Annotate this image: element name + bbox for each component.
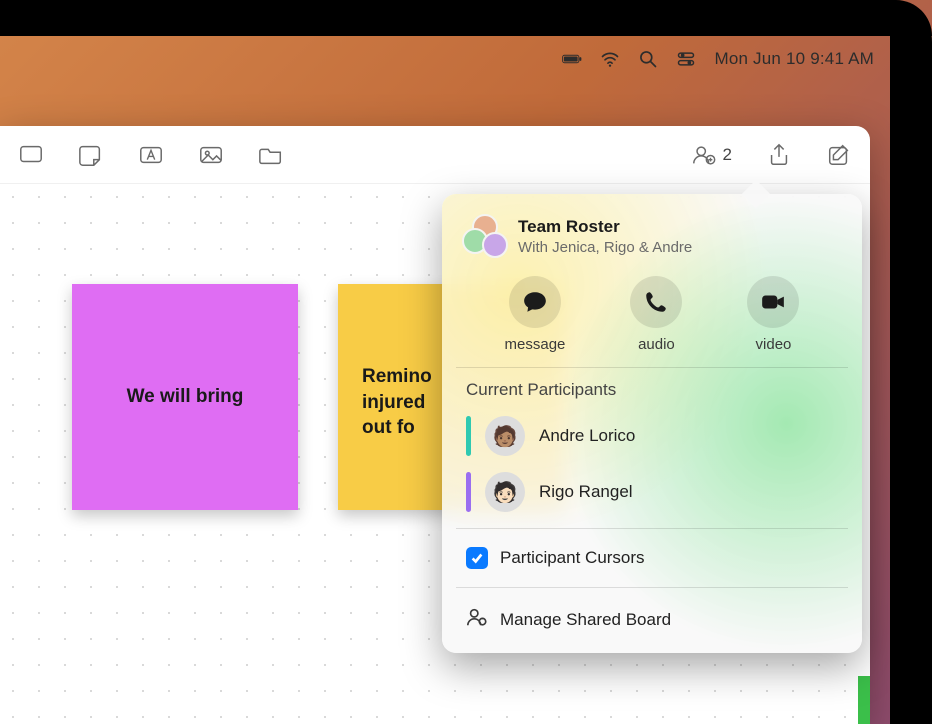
manage-shared-board-button[interactable]: Manage Shared Board: [442, 596, 862, 643]
toolbar-sticky-button[interactable]: [78, 142, 104, 168]
popover-actions: message audio video: [456, 270, 848, 368]
toolbar: 2: [0, 126, 870, 184]
spotlight-icon[interactable]: [638, 49, 658, 69]
divider: [456, 587, 848, 588]
control-center-icon[interactable]: [676, 49, 696, 69]
popover-subtitle: With Jenica, Rigo & Andre: [518, 239, 692, 256]
group-avatar-cluster: [462, 214, 506, 258]
manage-shared-board-label: Manage Shared Board: [500, 610, 671, 630]
popover-title: Team Roster: [518, 217, 692, 237]
participants-section-title: Current Participants: [442, 368, 862, 408]
toolbar-shape-button[interactable]: [18, 142, 44, 168]
audio-button[interactable]: audio: [630, 276, 682, 353]
collaborate-count: 2: [723, 145, 732, 165]
phone-icon: [630, 276, 682, 328]
sticky-text: Remino injured out fo: [362, 364, 432, 441]
video-button[interactable]: video: [747, 276, 799, 353]
toolbar-media-button[interactable]: [198, 142, 224, 168]
menubar-datetime[interactable]: Mon Jun 10 9:41 AM: [714, 49, 874, 69]
toolbar-text-button[interactable]: [138, 142, 164, 168]
avatar-icon: 🧑🏽: [485, 416, 525, 456]
toolbar-collaborate-button[interactable]: 2: [691, 142, 732, 168]
participant-row[interactable]: 🧑🏽 Andre Lorico: [442, 408, 862, 464]
toolbar-compose-button[interactable]: [826, 142, 852, 168]
menubar: Mon Jun 10 9:41 AM: [0, 36, 890, 82]
sticky-note-edge: [858, 676, 870, 724]
action-label: message: [505, 336, 566, 353]
action-label: video: [756, 336, 792, 353]
participant-name: Rigo Rangel: [539, 482, 633, 502]
participant-cursors-label: Participant Cursors: [500, 548, 645, 568]
participant-name: Andre Lorico: [539, 426, 635, 446]
device-bezel-right: [890, 0, 932, 724]
collaboration-popover: Team Roster With Jenica, Rigo & Andre me…: [442, 194, 862, 653]
device-bezel-top: [0, 0, 932, 36]
participant-row[interactable]: 🧑🏻 Rigo Rangel: [442, 464, 862, 520]
action-label: audio: [638, 336, 675, 353]
sticky-note[interactable]: We will bring: [72, 284, 298, 510]
participant-cursors-toggle[interactable]: Participant Cursors: [442, 537, 862, 579]
toolbar-share-button[interactable]: [766, 142, 792, 168]
avatar-icon: 🧑🏻: [485, 472, 525, 512]
divider: [456, 528, 848, 529]
manage-board-icon: [466, 606, 488, 633]
video-icon: [747, 276, 799, 328]
battery-icon[interactable]: [562, 49, 582, 69]
message-button[interactable]: message: [505, 276, 566, 353]
participant-color-bar: [466, 416, 471, 456]
toolbar-files-button[interactable]: [258, 142, 284, 168]
message-icon: [509, 276, 561, 328]
wifi-icon[interactable]: [600, 49, 620, 69]
checkbox-checked-icon: [466, 547, 488, 569]
popover-header: Team Roster With Jenica, Rigo & Andre: [442, 208, 862, 270]
participant-color-bar: [466, 472, 471, 512]
avatar-icon: [482, 232, 508, 258]
sticky-text: We will bring: [127, 386, 244, 408]
